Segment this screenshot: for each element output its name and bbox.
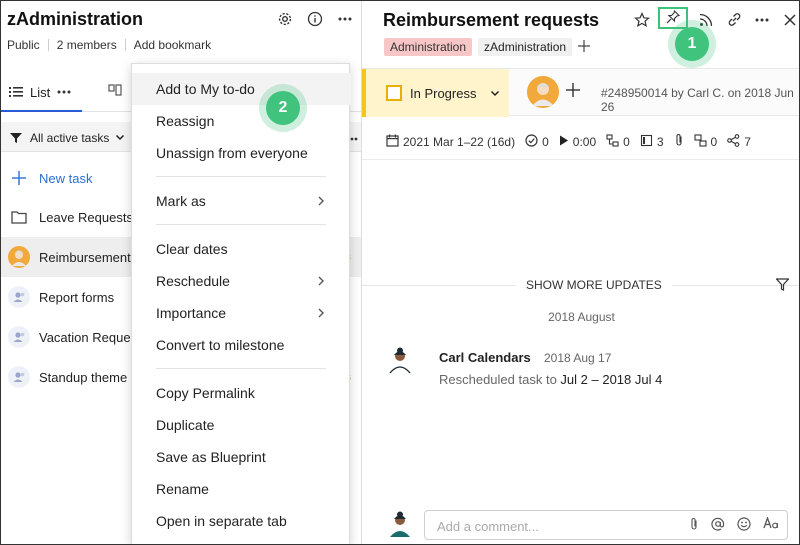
window-frame (0, 0, 800, 545)
